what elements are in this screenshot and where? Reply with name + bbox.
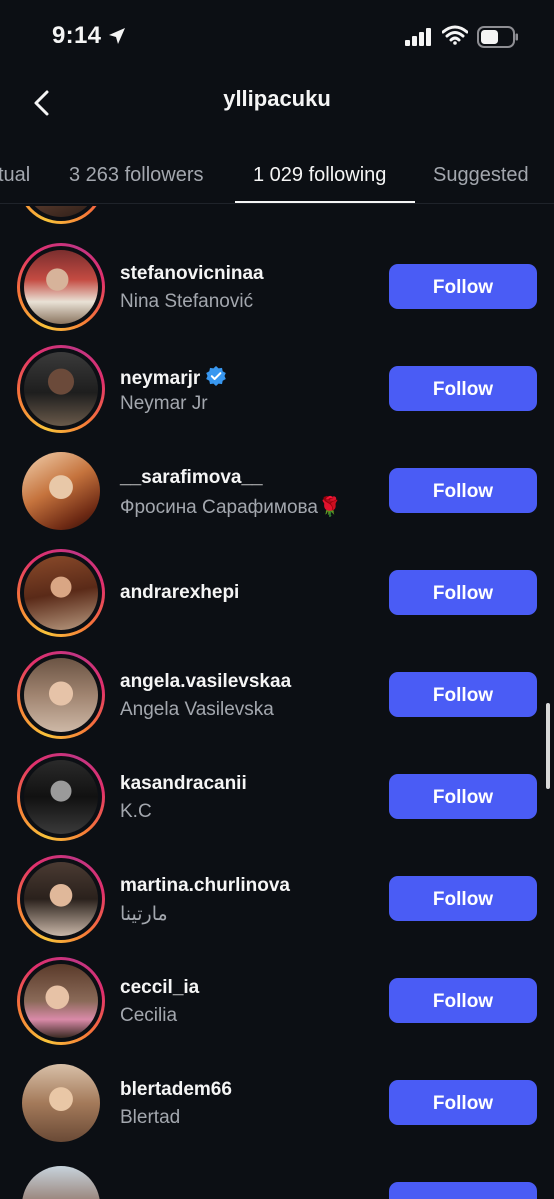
avatar[interactable]: [17, 447, 105, 535]
username[interactable]: martina.churlinova: [120, 875, 290, 897]
follow-button[interactable]: Follow: [389, 876, 537, 921]
full-name: Neymar Jr: [120, 393, 208, 414]
list-item: stefanovicninaa Nina Stefanović Follow: [0, 236, 554, 336]
tab-following[interactable]: 1 029 following: [253, 164, 386, 187]
username[interactable]: __sarafimova__: [120, 467, 263, 489]
username[interactable]: blertadem66: [120, 1079, 232, 1101]
full-name: مارتينا: [120, 904, 168, 925]
status-bar: 9:14: [0, 0, 554, 72]
username[interactable]: ceccil_ia: [120, 977, 199, 999]
list-item: kasandracanii K.C Follow: [0, 746, 554, 846]
username-text[interactable]: neymarjr: [120, 368, 200, 389]
full-name: Blertad: [120, 1107, 181, 1128]
tab-followers[interactable]: 3 263 followers: [69, 164, 204, 187]
list-item: ceccil_ia Cecilia Follow: [0, 950, 554, 1050]
avatar[interactable]: [17, 957, 105, 1045]
avatar[interactable]: [17, 243, 105, 331]
follow-button[interactable]: Follow: [389, 978, 537, 1023]
battery-icon: [477, 26, 518, 48]
follow-button[interactable]: Follow: [389, 468, 537, 513]
full-name: Angela Vasilevska: [120, 699, 274, 720]
avatar[interactable]: [17, 206, 105, 224]
wifi-icon: [442, 25, 468, 45]
avatar[interactable]: [17, 855, 105, 943]
list-item: __sarafimova__ Фросина Сарафимова🌹 Follo…: [0, 440, 554, 540]
follow-button[interactable]: Follow: [389, 774, 537, 819]
full-name: Nina Stefanović: [120, 291, 254, 312]
list-item-partial-bottom: [0, 1154, 554, 1199]
tabs-divider: [0, 203, 554, 204]
verified-badge-icon: [206, 366, 227, 386]
scrollbar[interactable]: [546, 703, 550, 789]
avatar[interactable]: [17, 1161, 105, 1199]
follow-button[interactable]: Follow: [389, 672, 537, 717]
follow-button-partial[interactable]: [389, 1182, 537, 1199]
username[interactable]: stefanovicninaa: [120, 263, 264, 285]
list-item: angela.vasilevskaa Angela Vasilevska Fol…: [0, 644, 554, 744]
list-item: andrarexhepi Follow: [0, 542, 554, 642]
follow-button[interactable]: Follow: [389, 1080, 537, 1125]
avatar[interactable]: [17, 1059, 105, 1147]
active-tab-indicator: [235, 201, 415, 203]
username[interactable]: andrarexhepi: [120, 582, 239, 604]
avatar[interactable]: [17, 651, 105, 739]
follow-tabs: tual 3 263 followers 1 029 following Sug…: [0, 150, 554, 206]
follow-button[interactable]: Follow: [389, 366, 537, 411]
full-name: Cecilia: [120, 1005, 178, 1026]
avatar[interactable]: [17, 549, 105, 637]
username[interactable]: angela.vasilevskaa: [120, 671, 291, 693]
list-item: martina.churlinova مارتينا Follow: [0, 848, 554, 948]
profile-username-title: yllipacuku: [223, 86, 331, 111]
avatar[interactable]: [17, 345, 105, 433]
tab-mutual[interactable]: tual: [0, 164, 30, 187]
tab-suggested[interactable]: Suggested: [433, 164, 529, 187]
following-list: stefanovicninaa Nina Stefanović Follow n…: [0, 206, 554, 1199]
status-time: 9:14: [52, 22, 102, 49]
follow-button[interactable]: Follow: [389, 264, 537, 309]
location-arrow-icon: [109, 28, 125, 44]
username[interactable]: kasandracanii: [120, 773, 247, 795]
username[interactable]: neymarjr: [120, 365, 227, 390]
top-header: yllipacuku: [0, 72, 554, 132]
avatar[interactable]: [17, 753, 105, 841]
cellular-signal-icon: [405, 28, 431, 46]
follow-button[interactable]: Follow: [389, 570, 537, 615]
list-item: blertadem66 Blertad Follow: [0, 1052, 554, 1152]
full-name: K.C: [120, 801, 152, 822]
list-item: neymarjr Neymar Jr Follow: [0, 338, 554, 438]
full-name: Фросина Сарафимова🌹: [120, 497, 342, 518]
list-item-partial-top: [0, 206, 554, 230]
